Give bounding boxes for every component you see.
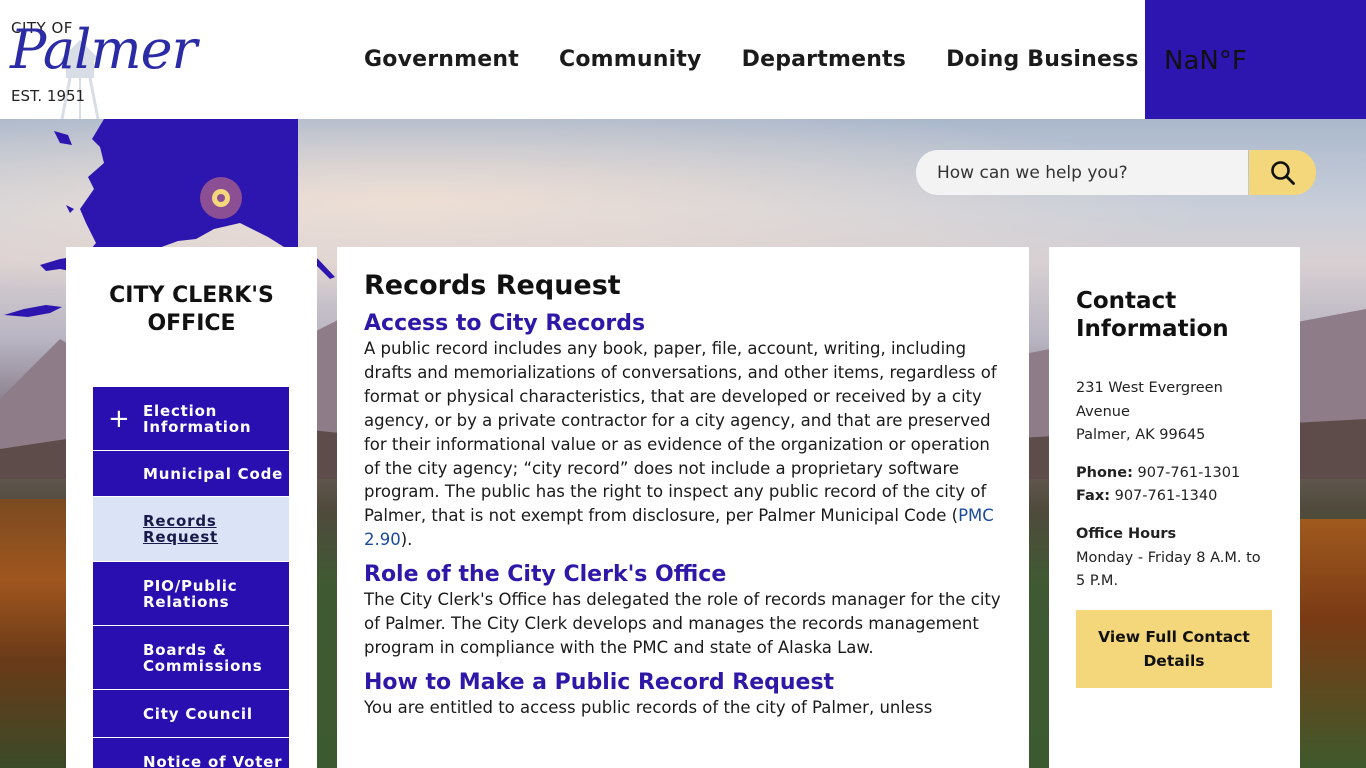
site-search (916, 150, 1316, 195)
contact-hours: Office Hours Monday - Friday 8 A.M. to 5… (1076, 523, 1273, 594)
sidebar-item-election-information[interactable]: + Election Information (93, 387, 289, 451)
section-heading-how-to: How to Make a Public Record Request (364, 669, 835, 695)
autumn-trees-right (1300, 519, 1366, 768)
phone-number[interactable]: 907-761-1301 (1137, 465, 1240, 481)
sidebar-item-label: PIO/Public Relations (143, 576, 238, 611)
sidebar-title: CITY CLERK'S OFFICE (109, 283, 274, 336)
sidebar-item-boards-commissions[interactable]: Boards & Commissions (93, 626, 289, 690)
hours-label: Office Hours (1076, 525, 1177, 542)
nav-departments[interactable]: Departments (742, 47, 906, 72)
contact-title: Contact Information (1076, 288, 1229, 342)
phone-row: Phone: 907-761-1301 (1076, 462, 1273, 486)
sidebar-item-municipal-code[interactable]: Municipal Code (93, 451, 289, 497)
sidebar-item-notice-of-voter[interactable]: Notice of Voter (93, 738, 289, 768)
sidebar-item-pio-public-relations[interactable]: PIO/Public Relations (93, 562, 289, 626)
fax-number: 907-761-1340 (1114, 488, 1218, 505)
nav-doing-business[interactable]: Doing Business (946, 47, 1139, 72)
text-after-link: ). (400, 530, 413, 550)
contact-phones: Phone: 907-761-1301 Fax: 907-761-1340 (1076, 462, 1273, 509)
sidebar-item-records-request[interactable]: Records Request (93, 497, 289, 562)
expand-plus-icon[interactable]: + (108, 406, 131, 432)
section-sidebar: CITY CLERK'S OFFICE + Election Informati… (66, 247, 317, 768)
section-heading-access: Access to City Records (364, 311, 646, 336)
main-nav: Government Community Departments Doing B… (344, 0, 1159, 119)
sidebar-item-label: Boards & Commissions (143, 640, 263, 675)
weather-widget[interactable]: NaN°F (1145, 0, 1366, 119)
nav-government[interactable]: Government (364, 47, 519, 72)
hours-text: Monday - Friday 8 A.M. to 5 P.M. (1076, 549, 1261, 590)
search-button[interactable] (1249, 150, 1316, 195)
search-icon (1270, 160, 1295, 185)
sidebar-item-label: Records Request (143, 512, 219, 546)
section-text-role: The City Clerk's Office has delegated th… (364, 590, 1001, 657)
section-heading-role: Role of the City Clerk's Office (364, 562, 727, 588)
view-full-contact-button[interactable]: View Full Contact Details (1076, 609, 1272, 688)
search-input[interactable] (916, 150, 1248, 195)
sidebar-item-label: Election Information (143, 401, 252, 436)
sidebar-item-label: Notice of Voter (143, 752, 283, 768)
address-line-1: 231 West Evergreen Avenue (1076, 380, 1223, 420)
phone-label: Phone: (1076, 464, 1133, 481)
fax-label: Fax: (1076, 488, 1110, 505)
city-logo[interactable]: CITY OF Palmer EST. 1951 (0, 0, 210, 119)
site-header: CITY OF Palmer EST. 1951 Government Comm… (0, 0, 1366, 119)
main-content: Records Request Access to City Records A… (337, 247, 1029, 768)
logo-wordmark: Palmer (10, 18, 197, 81)
autumn-trees-left (0, 499, 70, 768)
text-before-link: A public record includes any book, paper… (364, 339, 997, 526)
logo-established: EST. 1951 (11, 87, 86, 105)
fax-row: Fax: 907-761-1340 (1076, 485, 1273, 509)
address-line-2: Palmer, AK 99645 (1076, 427, 1206, 444)
nav-community[interactable]: Community (559, 47, 702, 72)
sidebar-nav: + Election Information Municipal Code Re… (93, 387, 289, 768)
section-text-how-to: You are entitled to access public record… (364, 697, 933, 717)
sidebar-item-label: City Council (143, 704, 253, 723)
page-title: Records Request (364, 270, 621, 301)
section-text-access: A public record includes any book, paper… (364, 337, 1002, 552)
weather-temperature: NaN°F (1164, 46, 1247, 76)
contact-address: 231 West Evergreen Avenue Palmer, AK 996… (1076, 377, 1273, 448)
sidebar-item-city-council[interactable]: City Council (93, 690, 289, 738)
contact-panel: Contact Information 231 West Evergreen A… (1049, 247, 1300, 768)
sidebar-item-label: Municipal Code (143, 464, 284, 483)
